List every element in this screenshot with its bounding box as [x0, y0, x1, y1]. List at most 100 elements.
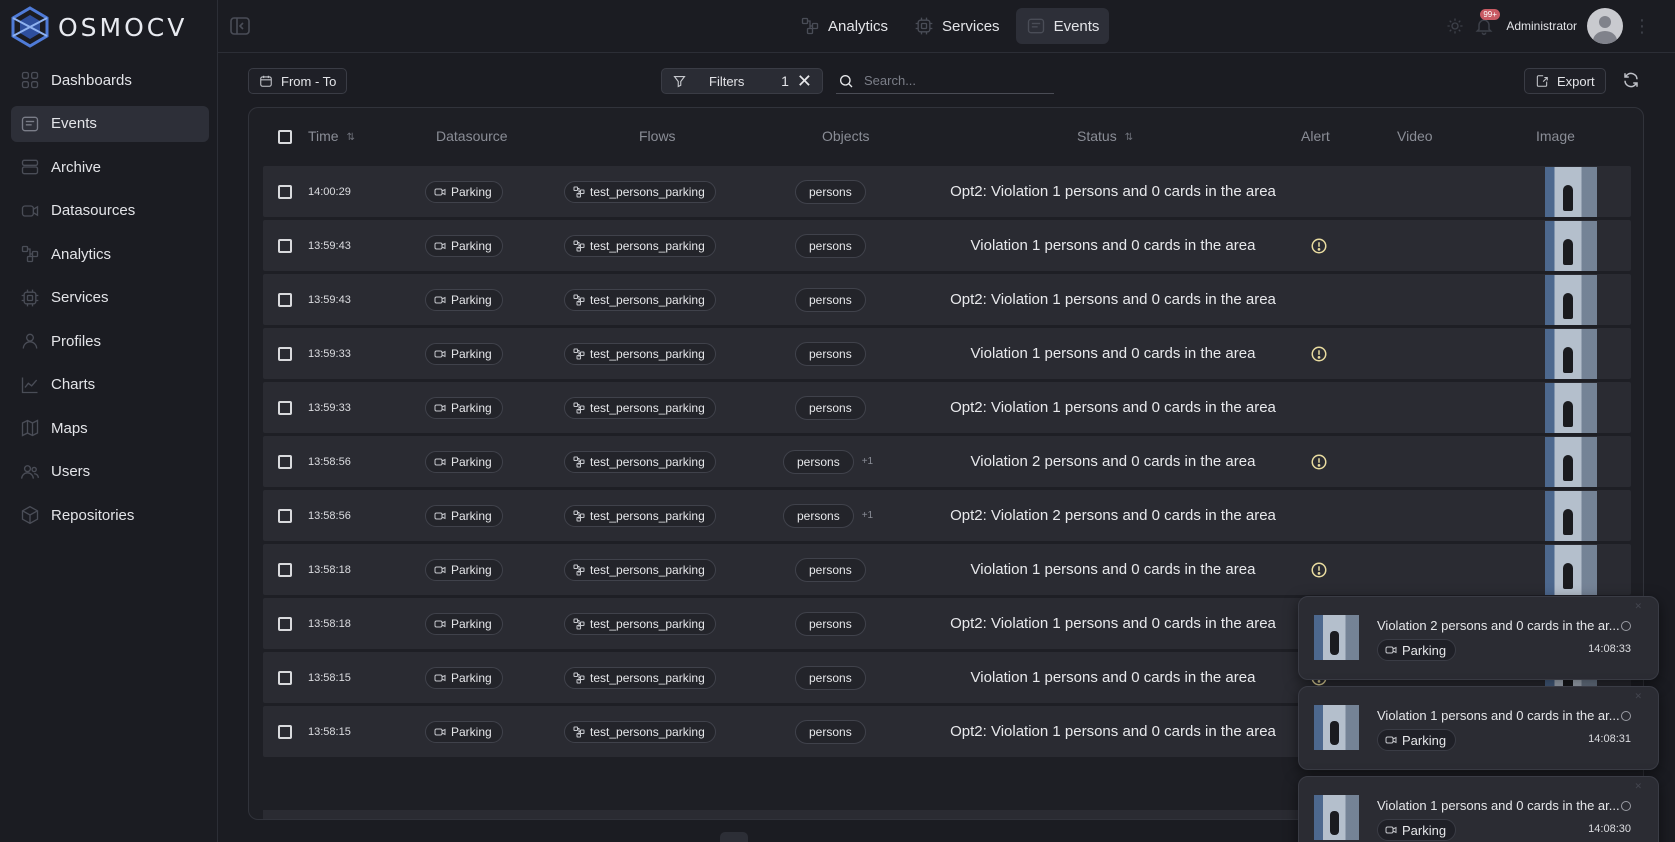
object-chip[interactable]: persons: [795, 557, 866, 582]
select-all-checkbox[interactable]: [278, 130, 292, 147]
notification-toast[interactable]: ✕ Violation 1 persons and 0 cards in the…: [1298, 686, 1659, 770]
alert-icon[interactable]: [1310, 345, 1328, 363]
alert-icon[interactable]: [1310, 561, 1328, 579]
date-range-button[interactable]: From - To: [248, 68, 348, 94]
row-checkbox[interactable]: [278, 220, 292, 271]
flow-chip[interactable]: test_persons_parking: [564, 666, 716, 689]
notifications-button[interactable]: 99+: [1474, 9, 1500, 36]
table-row[interactable]: 13:58:56 Parking test_persons_parking pe…: [263, 436, 1631, 487]
column-header-status[interactable]: Status ⇅: [1077, 128, 1133, 144]
unread-indicator-icon[interactable]: [1621, 621, 1631, 631]
datasource-chip[interactable]: Parking: [425, 504, 503, 527]
sidebar-collapse-icon[interactable]: [228, 14, 252, 38]
row-checkbox[interactable]: [278, 490, 292, 541]
event-thumbnail[interactable]: [1545, 328, 1597, 379]
sidebar-item-archive[interactable]: Archive: [11, 149, 209, 185]
notification-toast[interactable]: ✕ Violation 1 persons and 0 cards in the…: [1298, 776, 1659, 842]
user-name[interactable]: Administrator: [1506, 19, 1577, 33]
more-menu-icon[interactable]: ⋮: [1633, 16, 1651, 37]
flow-chip[interactable]: test_persons_parking: [564, 558, 716, 581]
tab-services[interactable]: Services: [904, 8, 1010, 44]
flow-chip[interactable]: test_persons_parking: [564, 180, 716, 203]
close-icon[interactable]: ✕: [1634, 601, 1642, 612]
datasource-chip[interactable]: Parking: [425, 180, 503, 203]
row-checkbox[interactable]: [278, 382, 292, 433]
sidebar-item-profiles[interactable]: Profiles: [11, 323, 209, 359]
datasource-chip[interactable]: Parking: [425, 288, 503, 311]
row-checkbox[interactable]: [278, 544, 292, 595]
datasource-chip[interactable]: Parking: [425, 720, 503, 743]
object-chip[interactable]: persons: [783, 503, 854, 528]
object-chip[interactable]: persons: [795, 395, 866, 420]
sidebar-item-datasources[interactable]: Datasources: [11, 193, 209, 229]
object-chip[interactable]: persons: [795, 179, 866, 204]
sidebar-item-services[interactable]: Services: [11, 280, 209, 316]
object-chip[interactable]: persons: [783, 449, 854, 474]
event-thumbnail[interactable]: [1545, 166, 1597, 217]
notification-toast[interactable]: ✕ Violation 2 persons and 0 cards in the…: [1298, 596, 1659, 680]
sidebar-item-analytics[interactable]: Analytics: [11, 236, 209, 272]
avatar[interactable]: [1587, 8, 1623, 44]
alert-icon[interactable]: [1310, 453, 1328, 471]
object-chip[interactable]: persons: [795, 233, 866, 258]
flow-chip[interactable]: test_persons_parking: [564, 612, 716, 635]
sort-icon[interactable]: ⇅: [1125, 132, 1133, 143]
event-thumbnail[interactable]: [1545, 220, 1597, 271]
theme-toggle-icon[interactable]: [1446, 17, 1464, 35]
event-thumbnail[interactable]: [1545, 544, 1597, 595]
object-chip[interactable]: persons: [795, 287, 866, 312]
row-checkbox[interactable]: [278, 166, 292, 217]
sidebar-item-events[interactable]: Events: [11, 105, 209, 142]
flow-chip[interactable]: test_persons_parking: [564, 504, 716, 527]
event-thumbnail[interactable]: [1545, 436, 1597, 487]
sidebar-item-dashboards[interactable]: Dashboards: [11, 62, 209, 98]
refresh-icon[interactable]: [1622, 71, 1640, 89]
export-button[interactable]: Export: [1524, 68, 1606, 94]
sort-icon[interactable]: ⇅: [347, 132, 355, 143]
row-checkbox[interactable]: [278, 274, 292, 325]
event-thumbnail[interactable]: [1545, 274, 1597, 325]
flow-chip[interactable]: test_persons_parking: [564, 288, 716, 311]
sidebar-item-repositories[interactable]: Repositories: [11, 497, 209, 533]
close-icon[interactable]: ✕: [1634, 691, 1642, 702]
sidebar-item-charts[interactable]: Charts: [11, 367, 209, 403]
object-chip[interactable]: persons: [795, 665, 866, 690]
column-header-time[interactable]: Time ⇅: [308, 128, 355, 144]
tab-analytics[interactable]: Analytics: [790, 8, 898, 44]
flow-chip[interactable]: test_persons_parking: [564, 396, 716, 419]
table-row[interactable]: 13:59:33 Parking test_persons_parking pe…: [263, 382, 1631, 433]
row-checkbox[interactable]: [278, 706, 292, 757]
row-checkbox[interactable]: [278, 436, 292, 487]
table-row[interactable]: 13:58:56 Parking test_persons_parking pe…: [263, 490, 1631, 541]
flow-chip[interactable]: test_persons_parking: [564, 234, 716, 257]
table-row[interactable]: 13:59:43 Parking test_persons_parking pe…: [263, 220, 1631, 271]
event-thumbnail[interactable]: [1545, 490, 1597, 541]
table-row[interactable]: 13:59:33 Parking test_persons_parking pe…: [263, 328, 1631, 379]
flow-chip[interactable]: test_persons_parking: [564, 450, 716, 473]
row-checkbox[interactable]: [278, 652, 292, 703]
datasource-chip[interactable]: Parking: [425, 234, 503, 257]
datasource-chip[interactable]: Parking: [425, 558, 503, 581]
datasource-chip[interactable]: Parking: [425, 450, 503, 473]
logo[interactable]: OSMOCV: [8, 4, 187, 50]
scroll-handle[interactable]: [720, 832, 748, 842]
datasource-chip[interactable]: Parking: [425, 612, 503, 635]
unread-indicator-icon[interactable]: [1621, 711, 1631, 721]
flow-chip[interactable]: test_persons_parking: [564, 720, 716, 743]
clear-filters-icon[interactable]: ✕: [797, 72, 812, 90]
table-row[interactable]: 13:58:18 Parking test_persons_parking pe…: [263, 544, 1631, 595]
tab-events[interactable]: Events: [1015, 8, 1110, 44]
row-checkbox[interactable]: [278, 598, 292, 649]
event-thumbnail[interactable]: [1545, 382, 1597, 433]
alert-icon[interactable]: [1310, 237, 1328, 255]
datasource-chip[interactable]: Parking: [425, 666, 503, 689]
unread-indicator-icon[interactable]: [1621, 801, 1631, 811]
close-icon[interactable]: ✕: [1634, 781, 1642, 792]
table-row[interactable]: 13:59:43 Parking test_persons_parking pe…: [263, 274, 1631, 325]
object-chip[interactable]: persons: [795, 719, 866, 744]
datasource-chip[interactable]: Parking: [425, 342, 503, 365]
object-chip[interactable]: persons: [795, 341, 866, 366]
table-row[interactable]: 14:00:29 Parking test_persons_parking pe…: [263, 166, 1631, 217]
flow-chip[interactable]: test_persons_parking: [564, 342, 716, 365]
row-checkbox[interactable]: [278, 328, 292, 379]
